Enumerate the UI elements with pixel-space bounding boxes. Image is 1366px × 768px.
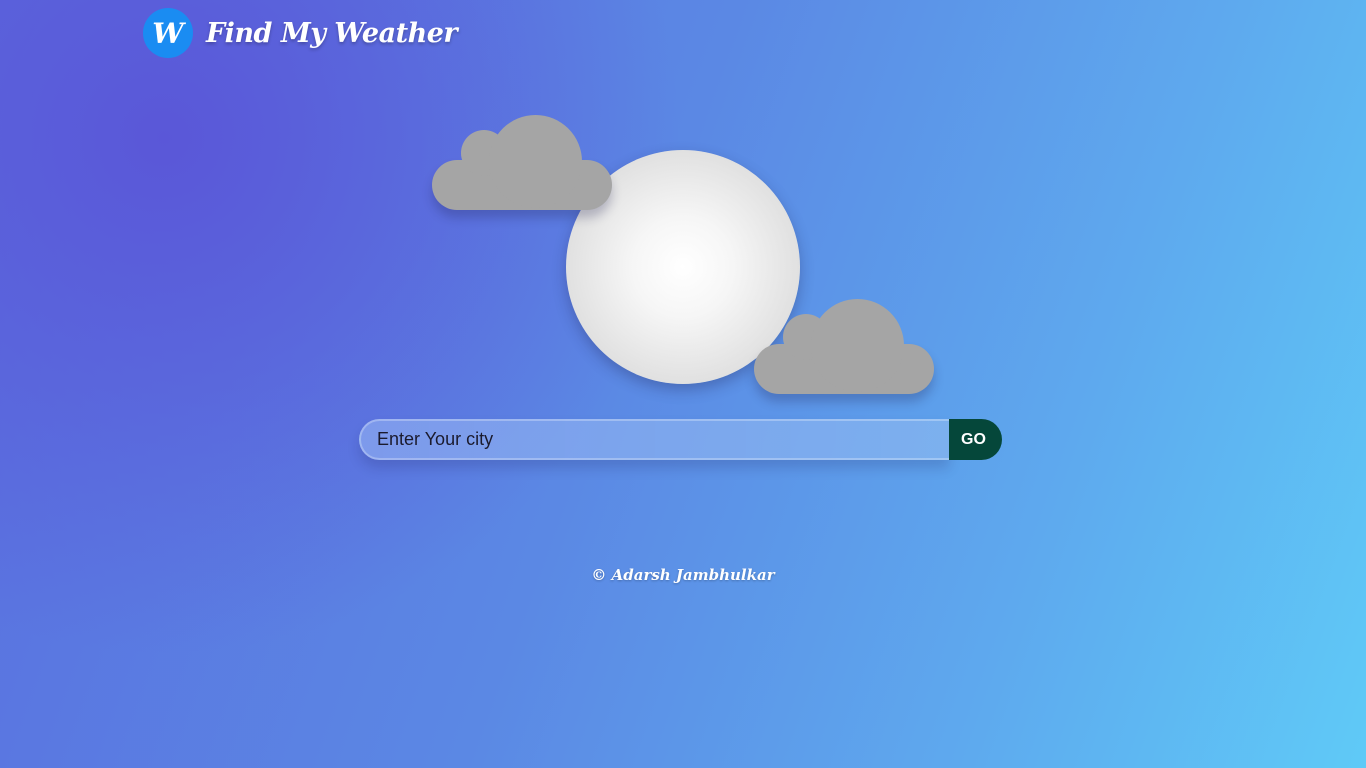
brand-title[interactable]: Find My Weather xyxy=(206,18,458,49)
logo-icon[interactable]: W xyxy=(143,8,193,58)
cloud-icon xyxy=(432,115,612,210)
go-button[interactable]: GO xyxy=(949,419,1002,460)
cloud-icon xyxy=(754,299,934,394)
city-search-form: GO xyxy=(359,419,1002,460)
site-header: W Find My Weather xyxy=(143,8,458,58)
city-search-input[interactable] xyxy=(359,419,949,460)
footer-copyright: © Adarsh Jambhulkar xyxy=(591,566,775,584)
logo-letter: W xyxy=(152,16,184,50)
